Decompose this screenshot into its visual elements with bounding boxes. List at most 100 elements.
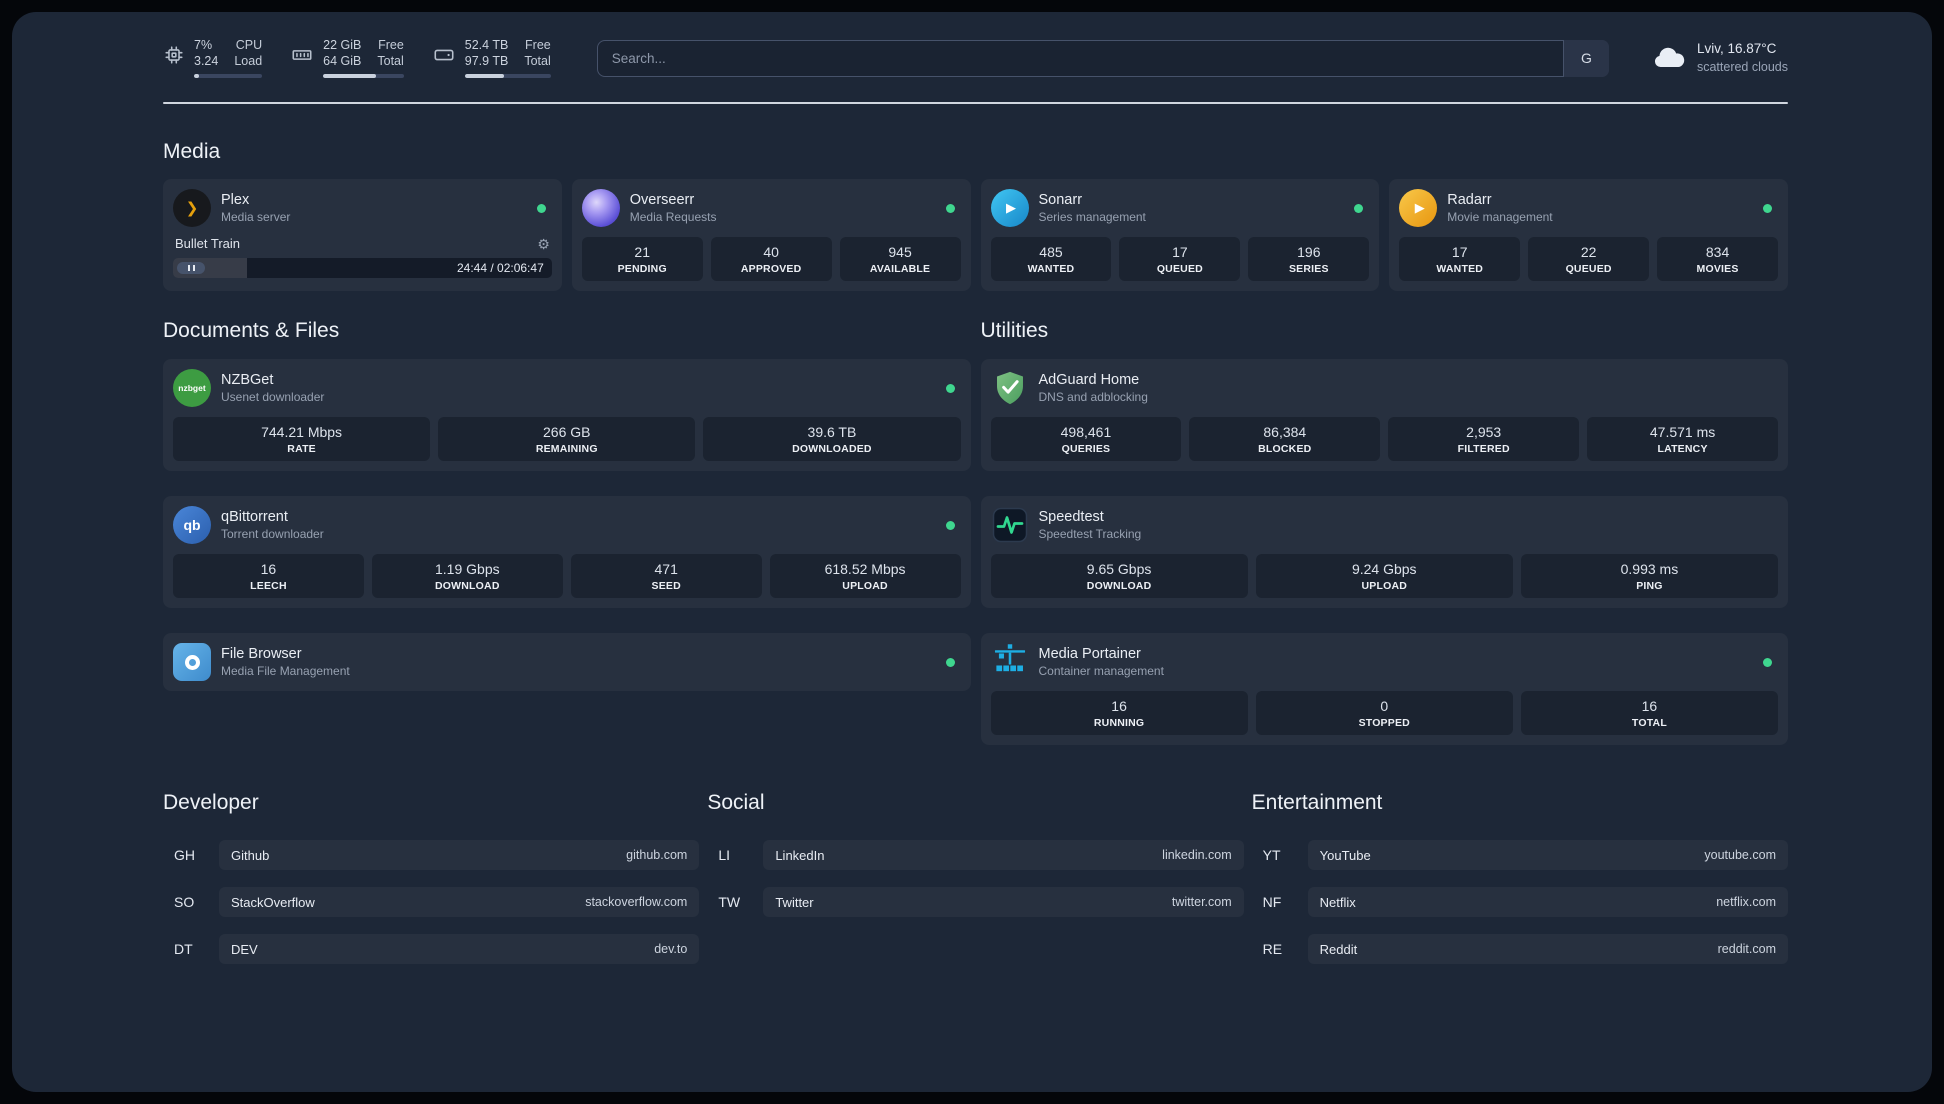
stat-value: 945: [888, 244, 912, 260]
bookmarks-area: Developer GH Github github.com SO StackO…: [163, 791, 1788, 994]
bookmark-name: DEV: [231, 941, 258, 957]
service-card-adguard[interactable]: AdGuard Home DNS and adblocking 498,461 …: [980, 359, 1788, 471]
stat-tile-queued: 22 QUEUED: [1528, 237, 1650, 281]
top-bar: 7% CPU 3.24 Load 22 GiB Free 64 GiB Tota…: [163, 38, 1788, 78]
disk-free-label: Free: [525, 38, 551, 52]
disk-progress-bar: [464, 74, 551, 78]
service-card-radarr[interactable]: ▶ Radarr Movie management 17 WANTED 22 Q…: [1389, 179, 1788, 291]
stat-value: 39.6 TB: [807, 424, 857, 440]
service-card-nzbget[interactable]: nzbget NZBGet Usenet downloader 744.21 M…: [163, 359, 971, 471]
section-utilities: Utilities AdGuard Home DNS and adblockin…: [980, 319, 1788, 745]
portainer-crane-icon: [991, 643, 1029, 681]
stat-label: PENDING: [617, 263, 667, 275]
memory-total-label: Total: [377, 54, 404, 68]
stat-label: WANTED: [1027, 263, 1075, 275]
bookmark-row-linkedin: LI LinkedIn linkedin.com: [707, 840, 1244, 870]
stat-value: 471: [654, 561, 678, 577]
bookmark-link-linkedin[interactable]: LinkedIn linkedin.com: [763, 840, 1244, 870]
memory-free-label: Free: [378, 38, 404, 52]
stat-value: 1.19 Gbps: [435, 561, 500, 577]
memory-total-value: 64 GiB: [323, 54, 362, 68]
service-name: Speedtest: [1038, 509, 1104, 525]
memory-free-value: 22 GiB: [323, 38, 362, 52]
bookmark-url: reddit.com: [1717, 942, 1776, 956]
filebrowser-icon: [173, 643, 211, 681]
weather-location: Lviv, 16.87°C: [1696, 41, 1777, 56]
bookmark-abbr: YT: [1262, 847, 1281, 863]
bookmark-link-dev[interactable]: DEV dev.to: [219, 934, 700, 964]
pause-icon[interactable]: [177, 262, 205, 274]
status-dot: [945, 657, 955, 667]
bookmark-link-github[interactable]: Github github.com: [219, 840, 700, 870]
section-title-utilities: Utilities: [980, 319, 1049, 342]
stat-tile-blocked: 86,384 BLOCKED: [1189, 417, 1381, 461]
radarr-icon: ▶: [1399, 189, 1438, 227]
stat-value: 498,461: [1060, 424, 1112, 440]
weather-widget: Lviv, 16.87°C scattered clouds: [1651, 40, 1788, 76]
stat-tile-pending: 21 PENDING: [581, 237, 703, 281]
bookmark-group-developer: Developer GH Github github.com SO StackO…: [163, 791, 700, 964]
service-card-qbittorrent[interactable]: qb qBittorrent Torrent downloader 16 LEE…: [163, 496, 971, 608]
service-card-overseerr[interactable]: Overseerr Media Requests 21 PENDING 40 A…: [571, 179, 971, 291]
bookmark-link-stackoverflow[interactable]: StackOverflow stackoverflow.com: [219, 887, 700, 917]
stat-value: 21: [634, 244, 650, 260]
bookmark-link-twitter[interactable]: Twitter twitter.com: [763, 887, 1244, 917]
bookmark-url: youtube.com: [1704, 848, 1776, 862]
stat-value: 40: [763, 244, 779, 260]
bookmark-abbr: DT: [174, 941, 193, 957]
service-subtitle: Movie management: [1447, 210, 1553, 224]
stat-label: APPROVED: [740, 263, 802, 275]
service-card-portainer[interactable]: Media Portainer Container management 16 …: [980, 633, 1788, 745]
stat-tile-latency: 47.571 ms LATENCY: [1587, 417, 1778, 461]
stat-label: DOWNLOAD: [1086, 580, 1152, 592]
stat-tile-upload: 618.52 Mbps UPLOAD: [769, 554, 961, 598]
bookmark-link-youtube[interactable]: YouTube youtube.com: [1307, 840, 1788, 870]
bookmark-url: dev.to: [654, 942, 688, 956]
service-name: File Browser: [221, 646, 302, 662]
service-card-plex[interactable]: ❯ Plex Media server Bullet Train ⚙ 24:44…: [163, 179, 562, 291]
plex-progress-bar[interactable]: 24:44 / 02:06:47: [173, 258, 552, 278]
stat-label: RATE: [287, 443, 316, 455]
stat-tile-upload: 9.24 Gbps UPLOAD: [1255, 554, 1513, 598]
service-card-sonarr[interactable]: ▶ Sonarr Series management 485 WANTED 17…: [980, 179, 1380, 291]
disk-drive-icon: [432, 44, 456, 66]
cpu-load-value: 3.24: [194, 54, 219, 68]
settings-gear-icon[interactable]: ⚙: [537, 237, 550, 251]
stat-value: 485: [1039, 244, 1063, 260]
service-subtitle: Usenet downloader: [221, 390, 325, 404]
overseerr-icon: [581, 189, 620, 227]
bookmark-link-reddit[interactable]: Reddit reddit.com: [1307, 934, 1788, 964]
stat-tile-download: 9.65 Gbps DOWNLOAD: [990, 554, 1248, 598]
cpu-chip-icon: [163, 44, 185, 66]
stat-value: 618.52 Mbps: [824, 561, 906, 577]
stat-label: DOWNLOADED: [792, 443, 872, 455]
service-name: qBittorrent: [221, 509, 288, 525]
playback-time: 24:44 / 02:06:47: [457, 261, 544, 275]
service-name: AdGuard Home: [1038, 372, 1140, 388]
stat-label: MOVIES: [1696, 263, 1739, 275]
stat-label: LATENCY: [1657, 443, 1708, 455]
bookmark-group-title: Developer: [163, 791, 259, 814]
status-dot: [1354, 203, 1364, 213]
bookmark-url: stackoverflow.com: [585, 895, 688, 909]
search-provider-button[interactable]: G: [1562, 39, 1609, 77]
status-dot: [536, 203, 546, 213]
stat-tile-movies: 834 MOVIES: [1657, 237, 1779, 281]
bookmark-row-youtube: YT YouTube youtube.com: [1252, 840, 1788, 870]
search-input[interactable]: [596, 39, 1609, 77]
bookmark-row-github: GH Github github.com: [163, 840, 700, 870]
cpu-load-label: Load: [234, 54, 263, 68]
bookmark-url: github.com: [626, 848, 688, 862]
cpu-usage-value: 7%: [194, 38, 213, 52]
plex-icon: ❯: [173, 189, 211, 227]
stat-tile-wanted: 17 WANTED: [1399, 237, 1521, 281]
service-card-filebrowser[interactable]: File Browser Media File Management: [163, 633, 971, 691]
service-card-speedtest[interactable]: Speedtest Speedtest Tracking 9.65 Gbps D…: [980, 496, 1788, 608]
bookmark-abbr: RE: [1262, 941, 1283, 957]
sonarr-icon: ▶: [990, 189, 1029, 227]
stat-tile-ping: 0.993 ms PING: [1520, 554, 1779, 598]
service-name: NZBGet: [221, 372, 274, 388]
header-divider: [163, 102, 1788, 104]
bookmark-link-netflix[interactable]: Netflix netflix.com: [1307, 887, 1788, 917]
disk-widget: 52.4 TB Free 97.9 TB Total: [432, 38, 551, 78]
